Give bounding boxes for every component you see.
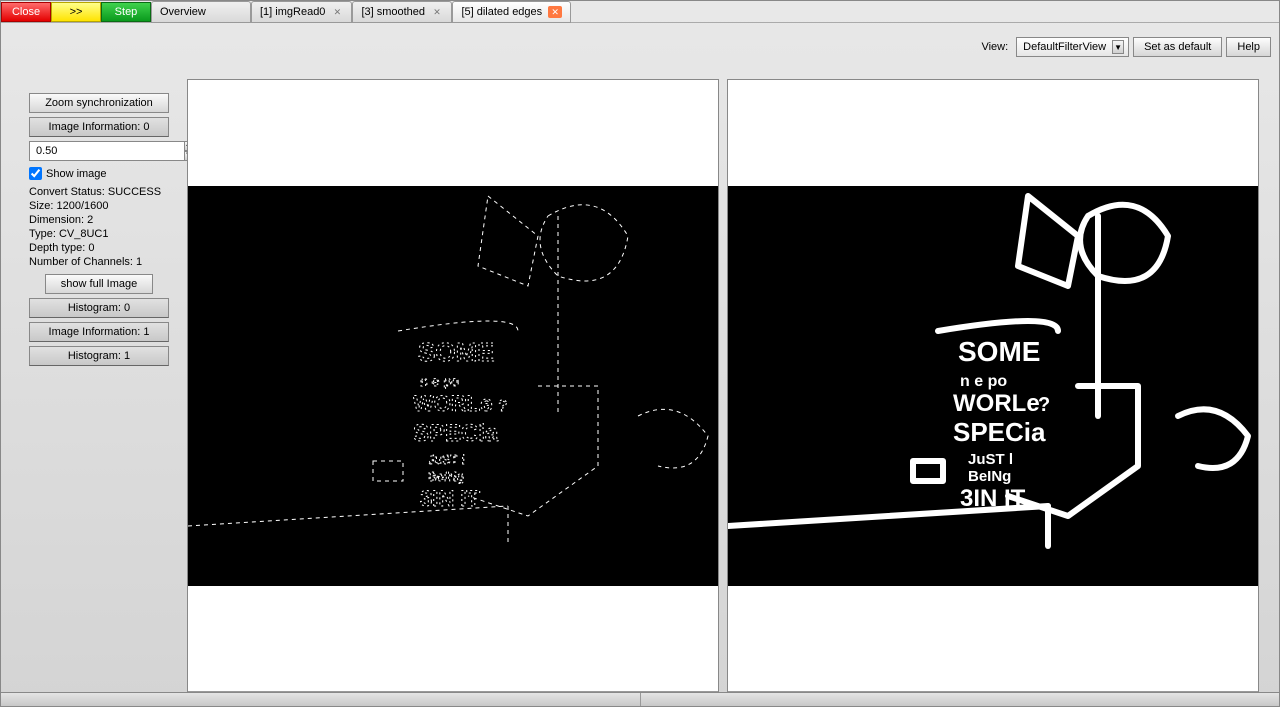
- view-toolbar: View: DefaultFilterView ▼ Set as default…: [981, 37, 1271, 57]
- close-icon[interactable]: ✕: [431, 6, 443, 18]
- image-canvas-left[interactable]: SOME n e po WORLe SPECia JuST l BeINg 3I…: [188, 80, 718, 691]
- info-type: Type: CV_8UC1: [29, 228, 177, 240]
- show-image-label: Show image: [46, 168, 107, 180]
- set-as-default-button[interactable]: Set as default: [1133, 37, 1222, 57]
- info-dimension: Dimension: 2: [29, 214, 177, 226]
- app-window: Close >> Step Overview [1] imgRead0 ✕ [3…: [0, 0, 1280, 707]
- svg-text:?: ?: [1038, 394, 1050, 416]
- chevron-down-icon: ▼: [1112, 40, 1124, 54]
- tab-dilated-edges[interactable]: [5] dilated edges ✕: [452, 1, 571, 23]
- view-select-value: DefaultFilterView: [1023, 41, 1106, 53]
- content-area: Zoom synchronization Image Information: …: [1, 79, 1279, 706]
- show-image-checkbox[interactable]: Show image: [29, 167, 177, 180]
- svg-text:SPECia: SPECia: [953, 417, 1046, 447]
- image-view-left: SOME n e po WORLe SPECia JuST l BeINg 3I…: [187, 79, 719, 706]
- svg-text:SOME: SOME: [958, 336, 1040, 367]
- histogram-0-panel[interactable]: Histogram: 0: [29, 298, 169, 318]
- info-depth-type: Depth type: 0: [29, 242, 177, 254]
- image-views: SOME n e po WORLe SPECia JuST l BeINg 3I…: [187, 79, 1279, 706]
- fast-forward-button[interactable]: >>: [51, 2, 101, 22]
- tab-overview[interactable]: Overview: [151, 1, 251, 23]
- scale-input[interactable]: [29, 141, 185, 161]
- status-bar: [1, 692, 1279, 706]
- image-view-right: SOME n e po WORLe SPECia JuST l BeINg 3I…: [727, 79, 1259, 706]
- top-toolbar: Close >> Step Overview [1] imgRead0 ✕ [3…: [1, 1, 1279, 23]
- close-icon[interactable]: ✕: [331, 6, 343, 18]
- svg-text:3IN IT: 3IN IT: [960, 485, 1026, 512]
- edge-image-dilated: SOME n e po WORLe SPECia JuST l BeINg 3I…: [728, 186, 1258, 586]
- svg-text:WORLe: WORLe: [413, 391, 492, 416]
- tab-label: [1] imgRead0: [260, 6, 325, 18]
- tab-bar: Overview [1] imgRead0 ✕ [3] smoothed ✕ […: [151, 1, 571, 23]
- svg-text:?: ?: [498, 398, 507, 415]
- view-label: View:: [981, 41, 1008, 53]
- svg-text:3IN IT: 3IN IT: [420, 486, 480, 511]
- svg-text:n e po: n e po: [420, 373, 459, 389]
- view-select[interactable]: DefaultFilterView ▼: [1016, 37, 1129, 57]
- histogram-1-panel[interactable]: Histogram: 1: [29, 346, 169, 366]
- edge-image-thin: SOME n e po WORLe SPECia JuST l BeINg 3I…: [188, 186, 718, 586]
- show-image-checkbox-input[interactable]: [29, 167, 42, 180]
- show-full-image-button[interactable]: show full Image: [45, 274, 153, 294]
- info-convert-status: Convert Status: SUCCESS: [29, 186, 177, 198]
- svg-text:JuST l: JuST l: [428, 452, 465, 467]
- tab-label: [3] smoothed: [361, 6, 425, 18]
- svg-text:BeINg: BeINg: [428, 469, 464, 484]
- tab-label: Overview: [160, 6, 206, 18]
- svg-text:BeINg: BeINg: [968, 468, 1011, 485]
- scale-input-group: ▲ ▼: [29, 141, 169, 161]
- svg-text:SOME: SOME: [418, 337, 495, 367]
- svg-text:WORLe: WORLe: [953, 390, 1040, 417]
- tab-imgread0[interactable]: [1] imgRead0 ✕: [251, 1, 352, 23]
- help-button[interactable]: Help: [1226, 37, 1271, 57]
- tab-smoothed[interactable]: [3] smoothed ✕: [352, 1, 452, 23]
- close-button[interactable]: Close: [1, 2, 51, 22]
- image-info-0-panel[interactable]: Image Information: 0: [29, 117, 169, 137]
- image-info-list: Convert Status: SUCCESS Size: 1200/1600 …: [29, 186, 177, 268]
- image-canvas-right[interactable]: SOME n e po WORLe SPECia JuST l BeINg 3I…: [728, 80, 1258, 691]
- image-info-1-panel[interactable]: Image Information: 1: [29, 322, 169, 342]
- svg-text:JuST l: JuST l: [968, 451, 1013, 468]
- svg-text:n e po: n e po: [960, 373, 1007, 390]
- tab-label: [5] dilated edges: [461, 6, 542, 18]
- svg-text:SPECia: SPECia: [413, 420, 499, 447]
- zoom-sync-button[interactable]: Zoom synchronization: [29, 93, 169, 113]
- info-size: Size: 1200/1600: [29, 200, 177, 212]
- sidebar: Zoom synchronization Image Information: …: [1, 79, 187, 706]
- info-num-channels: Number of Channels: 1: [29, 256, 177, 268]
- step-button[interactable]: Step: [101, 2, 151, 22]
- close-icon[interactable]: ✕: [548, 6, 562, 18]
